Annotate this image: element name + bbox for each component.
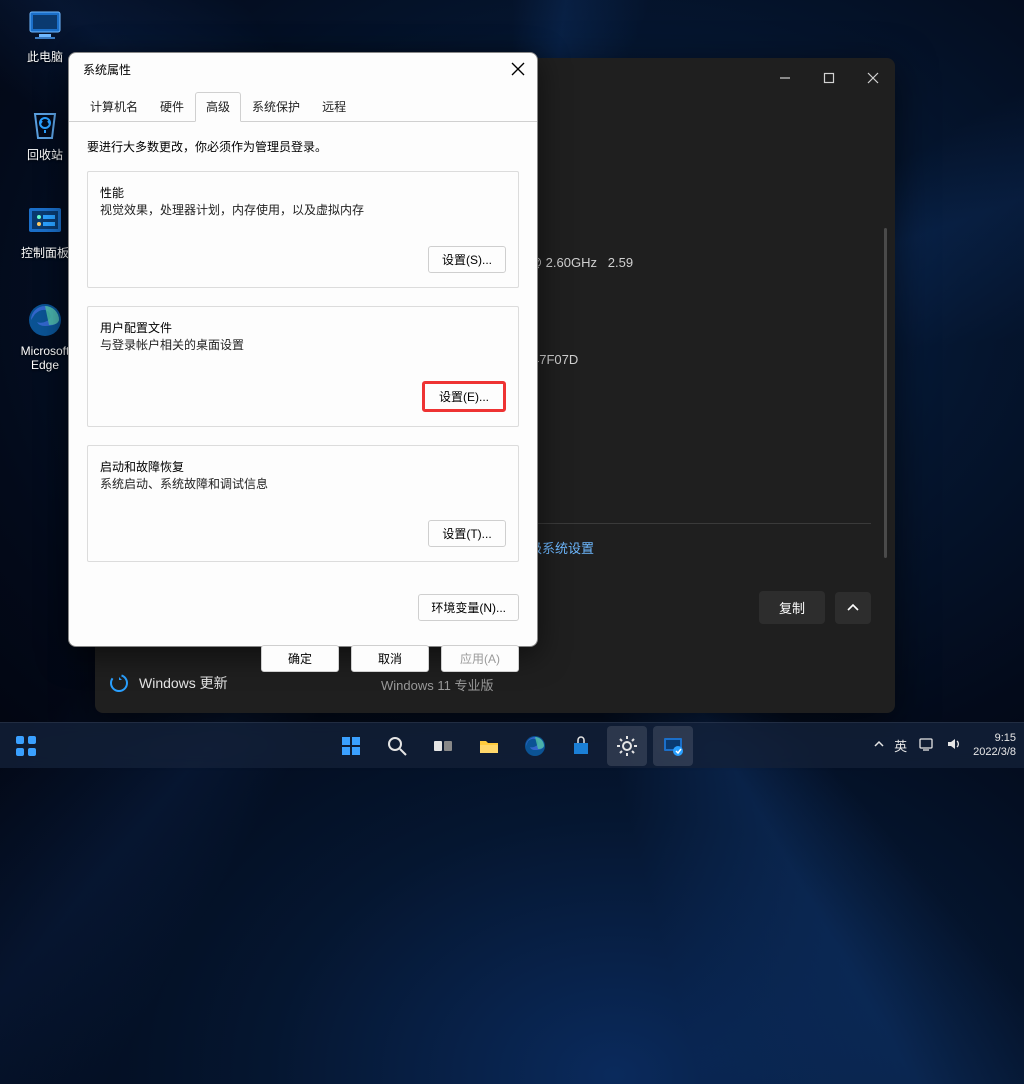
chevron-up-icon [874,739,884,749]
taskbar-edge[interactable] [515,726,555,766]
tab-computer-name[interactable]: 计算机名 [79,92,149,122]
tray-overflow-button[interactable] [874,739,884,752]
control-panel-icon [25,202,65,242]
clock-time: 9:15 [973,732,1016,745]
close-icon [509,60,527,78]
group-desc: 视觉效果，处理器计划，内存使用，以及虚拟内存 [100,201,506,218]
network-icon [917,735,935,753]
this-pc-icon [25,6,65,46]
windows-update-icon [109,673,129,693]
system-icon [661,734,685,758]
store-icon [570,735,592,757]
sidebar-item-windows-update[interactable]: Windows 更新 [109,673,228,693]
dialog-footer: 确定 取消 应用(A) [69,635,537,672]
performance-settings-button[interactable]: 设置(S)... [428,246,506,273]
user-profiles-settings-button[interactable]: 设置(E)... [422,381,506,412]
group-legend: 性能 [100,186,124,200]
tab-remote[interactable]: 远程 [311,92,357,122]
page-title: 于 [481,153,871,193]
dialog-titlebar[interactable]: 系统属性 [69,53,537,85]
environment-variables-button[interactable]: 环境变量(N)... [418,594,519,621]
clock-date: 2022/3/8 [973,746,1016,759]
version-value: Windows 11 专业版 [381,675,871,694]
task-view-icon [432,735,454,757]
group-user-profiles: 用户配置文件 与登录帐户相关的桌面设置 设置(E)... [87,306,519,427]
tab-system-protection[interactable]: 系统保护 [241,92,311,122]
tray-network-icon[interactable] [917,735,935,756]
close-button[interactable] [851,58,895,98]
taskbar-start[interactable] [331,726,371,766]
taskbar-running-app[interactable] [653,726,693,766]
dialog-tabs: 计算机名 硬件 高级 系统保护 远程 [69,91,537,122]
taskbar-settings[interactable] [607,726,647,766]
tab-advanced[interactable]: 高级 [195,92,241,122]
sidebar-item-label: Windows 更新 [139,673,228,693]
chevron-up-icon [846,601,860,615]
group-startup-recovery: 启动和故障恢复 系统启动、系统故障和调试信息 设置(T)... [87,445,519,562]
edge-icon [523,734,547,758]
volume-icon [945,735,963,753]
cancel-button[interactable]: 取消 [351,645,429,672]
minimize-button[interactable] [763,58,807,98]
tray-volume-icon[interactable] [945,735,963,756]
widgets-icon [14,734,38,758]
taskbar-search[interactable] [377,726,417,766]
edge-icon [25,300,65,340]
group-performance: 性能 视觉效果，处理器计划，内存使用，以及虚拟内存 设置(S)... [87,171,519,288]
system-properties-dialog: 系统属性 计算机名 硬件 高级 系统保护 远程 要进行大多数更改，你必须作为管理… [68,52,538,647]
taskbar: 英 9:15 2022/3/8 [0,722,1024,768]
search-icon [386,735,408,757]
taskbar-clock[interactable]: 9:15 2022/3/8 [973,732,1016,758]
dialog-close-button[interactable] [509,60,527,78]
gear-icon [616,735,638,757]
recycle-bin-icon [25,104,65,144]
folder-icon [477,734,501,758]
apply-button[interactable]: 应用(A) [441,645,519,672]
collapse-button[interactable] [835,592,871,624]
taskbar-widgets[interactable] [6,726,46,766]
copy-button[interactable]: 复制 [759,591,825,624]
ime-indicator[interactable]: 英 [894,736,907,755]
group-legend: 启动和故障恢复 [100,460,184,474]
taskbar-explorer[interactable] [469,726,509,766]
group-desc: 系统启动、系统故障和调试信息 [100,475,506,492]
dialog-title: 系统属性 [83,61,131,78]
taskbar-store[interactable] [561,726,601,766]
group-desc: 与登录帐户相关的桌面设置 [100,336,506,353]
tab-hardware[interactable]: 硬件 [149,92,195,122]
admin-note: 要进行大多数更改，你必须作为管理员登录。 [87,138,519,155]
start-icon [339,734,363,758]
taskbar-task-view[interactable] [423,726,463,766]
group-legend: 用户配置文件 [100,321,172,335]
startup-recovery-settings-button[interactable]: 设置(T)... [428,520,506,547]
scrollbar[interactable] [884,228,887,558]
spec-hostname: 1E3PJOH [481,201,871,216]
ok-button[interactable]: 确定 [261,645,339,672]
maximize-button[interactable] [807,58,851,98]
